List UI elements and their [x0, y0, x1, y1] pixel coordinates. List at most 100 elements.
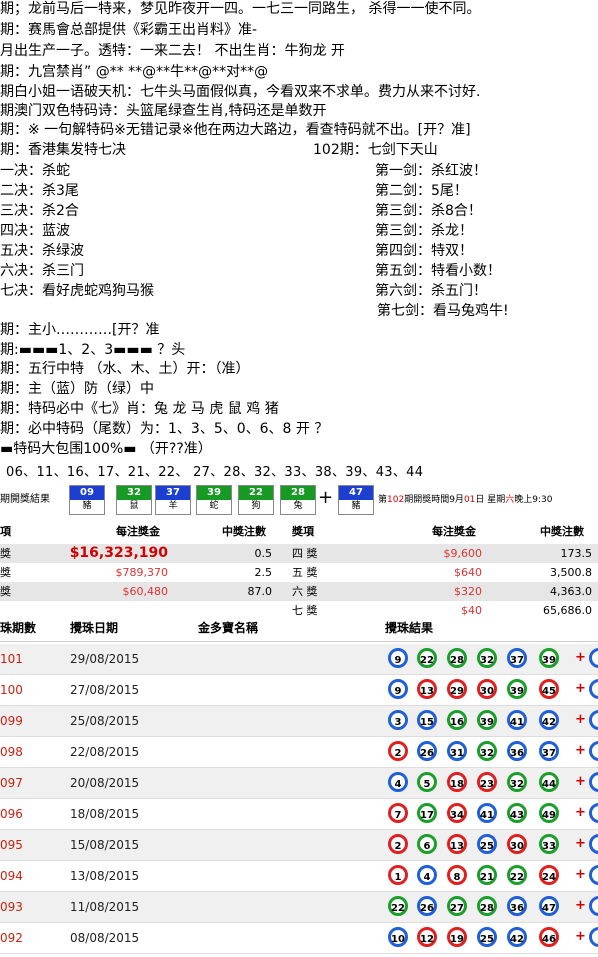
result-ball: 41: [477, 803, 497, 823]
special-ball: [589, 772, 598, 792]
text-line-7: 期：※ 一句解特码※无错记录※他在两边大路边，看查特码就不出。[开？准]: [0, 122, 471, 138]
result-ball: 42: [539, 710, 559, 730]
result-ball: 8: [447, 865, 467, 885]
history-row[interactable]: 096 18/08/2015 7 17 34 41 43 49 +: [0, 799, 598, 830]
history-row[interactable]: 100 27/08/2015 9 13 29 30 39 45 +: [0, 675, 598, 706]
seven-right-5: 第四剑：特双！: [375, 243, 473, 259]
prize-count: 0.5: [254, 547, 273, 560]
history-date: 25/08/2015: [70, 714, 140, 728]
special-ball: [589, 741, 598, 761]
prize-money: $60,480: [122, 585, 169, 598]
seven-left-7: 七决：看好虎蛇鸡狗马猴: [0, 283, 154, 299]
next-draw-info: 第102期開獎時間9月01日 星期六晚上9:30: [378, 495, 553, 505]
result-ball: 21: [477, 865, 497, 885]
history-date: 18/08/2015: [70, 807, 140, 821]
draw-result-strip: 期開獎結果 09 豬 32 鼠 37 羊 39 蛇 22 狗 28 兔 47 豬 + 第102期開獎時間9…: [0, 484, 598, 515]
history-draw-no: 096: [0, 807, 23, 821]
result-ball: 36: [507, 741, 527, 761]
result-ball: 10: [388, 927, 408, 947]
draw-ball-number: 09: [70, 486, 104, 500]
prize-row: 獎 $789,370 2.5: [0, 563, 288, 582]
seven-left-6: 六决：杀三门: [0, 263, 84, 279]
history-draw-no: 092: [0, 931, 23, 945]
history-row[interactable]: 095 15/08/2015 2 6 13 25 30 33 +: [0, 830, 598, 861]
special-ball: [589, 679, 598, 699]
text-line-13: 期：必中特码（尾数）为：1、3、5、0、6、8 开 ？: [0, 421, 329, 437]
history-header-date: 攪珠日期: [70, 621, 119, 635]
result-ball: 39: [477, 710, 497, 730]
prize-money: $789,370: [115, 566, 169, 579]
result-ball: 43: [507, 803, 527, 823]
result-ball: 34: [447, 803, 467, 823]
result-ball: 7: [388, 803, 408, 823]
seven-right-8: 第七剑：看马兔鸡牛!: [377, 303, 509, 319]
result-ball: 47: [539, 896, 559, 916]
draw-ball: 37 羊: [155, 485, 191, 515]
seven-right-2: 第二剑：5尾！: [375, 183, 468, 199]
plus-sign: +: [575, 898, 586, 913]
result-ball: 13: [447, 834, 467, 854]
result-ball: 18: [447, 772, 467, 792]
history-table: 珠期數 攪珠日期 金多寶名稱 攪珠結果 101 29/08/2015 9 22 28 32…: [0, 615, 598, 957]
prize-count: 87.0: [247, 585, 273, 598]
result-ball: 24: [539, 865, 559, 885]
seven-right-7: 第六剑：杀五门！: [375, 283, 487, 299]
prize-name: 四 獎: [292, 547, 318, 560]
prize-count: 2.5: [254, 566, 273, 579]
plus-sign: +: [575, 681, 586, 696]
result-ball: 44: [539, 772, 559, 792]
draw-ball-number: 28: [281, 486, 315, 500]
seven-right-3: 第三剑：杀8合！: [375, 203, 482, 219]
draw-ball: 39 蛇: [196, 485, 232, 515]
history-header-name: 金多寶名稱: [198, 621, 259, 635]
result-ball: 23: [477, 772, 497, 792]
plus-sign: +: [318, 487, 334, 508]
prize-header-count-2: 中獎注數: [540, 525, 584, 538]
history-row[interactable]: 097 20/08/2015 4 5 18 23 32 44 +: [0, 768, 598, 799]
result-ball: 37: [539, 741, 559, 761]
prize-count: 3,500.8: [550, 566, 592, 579]
result-ball: 1: [388, 865, 408, 885]
prize-table: 項 每注獎金 中獎注數 獎項 每注獎金 中獎注數 獎 $16,323,190 0.5…: [0, 520, 598, 617]
text-line-11: 期：主（蓝）防（绿）中: [0, 381, 154, 397]
plus-sign: +: [575, 774, 586, 789]
result-ball: 31: [447, 741, 467, 761]
seven-left-1: 一决：杀蛇: [0, 163, 70, 179]
history-date: 11/08/2015: [70, 900, 140, 914]
history-row[interactable]: 092 08/08/2015 10 12 19 25 42 46 +: [0, 923, 598, 954]
seven-right-1: 第一剑：杀红波！: [375, 163, 487, 179]
draw-ball-zodiac: 狗: [251, 501, 261, 511]
result-ball: 13: [417, 679, 437, 699]
plus-sign: +: [575, 743, 586, 758]
special-ball: [589, 896, 598, 916]
text-line-12: 期：特码必中《七》肖：兔 龙 马 虎 鼠 鸡 猪: [0, 401, 279, 417]
result-ball: 16: [447, 710, 467, 730]
history-draw-no: 101: [0, 652, 23, 666]
history-row[interactable]: 098 22/08/2015 2 26 31 32 36 37 +: [0, 737, 598, 768]
result-ball: 29: [447, 679, 467, 699]
text-line-3: 月出生产一子。透特：一来二去！ 不出生肖：牛狗龙 开: [0, 43, 345, 59]
text-line-9: 期:▬▬▬1、2、3▬▬▬ ？头: [0, 342, 186, 358]
text-line-8: 期：主小…………[开？准: [0, 322, 160, 338]
history-row[interactable]: 094 13/08/2015 1 4 8 21 22 24 +: [0, 861, 598, 892]
prize-name: 獎: [0, 585, 11, 598]
history-draw-no: 094: [0, 869, 23, 883]
history-row[interactable]: 101 29/08/2015 9 22 28 32 37 39 +: [0, 644, 598, 675]
seven-left-4: 四决：蓝波: [0, 223, 70, 239]
prize-row: 四 獎 $9,600 173.5: [288, 544, 598, 563]
result-ball: 32: [507, 772, 527, 792]
history-row[interactable]: 093 11/08/2015 22 26 27 28 36 47 +: [0, 892, 598, 923]
history-header: 珠期數 攪珠日期 金多寶名稱 攪珠結果: [0, 615, 598, 642]
text-line-1: 期；龙前马后一特来，梦见昨夜开一四。一七三一同路生， 杀得一一使不同。: [0, 1, 481, 17]
result-ball: 15: [417, 710, 437, 730]
history-row[interactable]: 099 25/08/2015 3 15 16 39 41 42 +: [0, 706, 598, 737]
result-ball: 12: [417, 927, 437, 947]
special-ball: [589, 865, 598, 885]
seven-right-6: 第五剑：特看小数！: [375, 263, 501, 279]
result-ball: 49: [539, 803, 559, 823]
result-ball: 22: [507, 865, 527, 885]
history-draw-no: 097: [0, 776, 23, 790]
draw-ball-zodiac: 鼠: [129, 501, 139, 511]
prize-money: $9,600: [443, 547, 483, 560]
draw-ball-zodiac: 蛇: [209, 501, 219, 511]
